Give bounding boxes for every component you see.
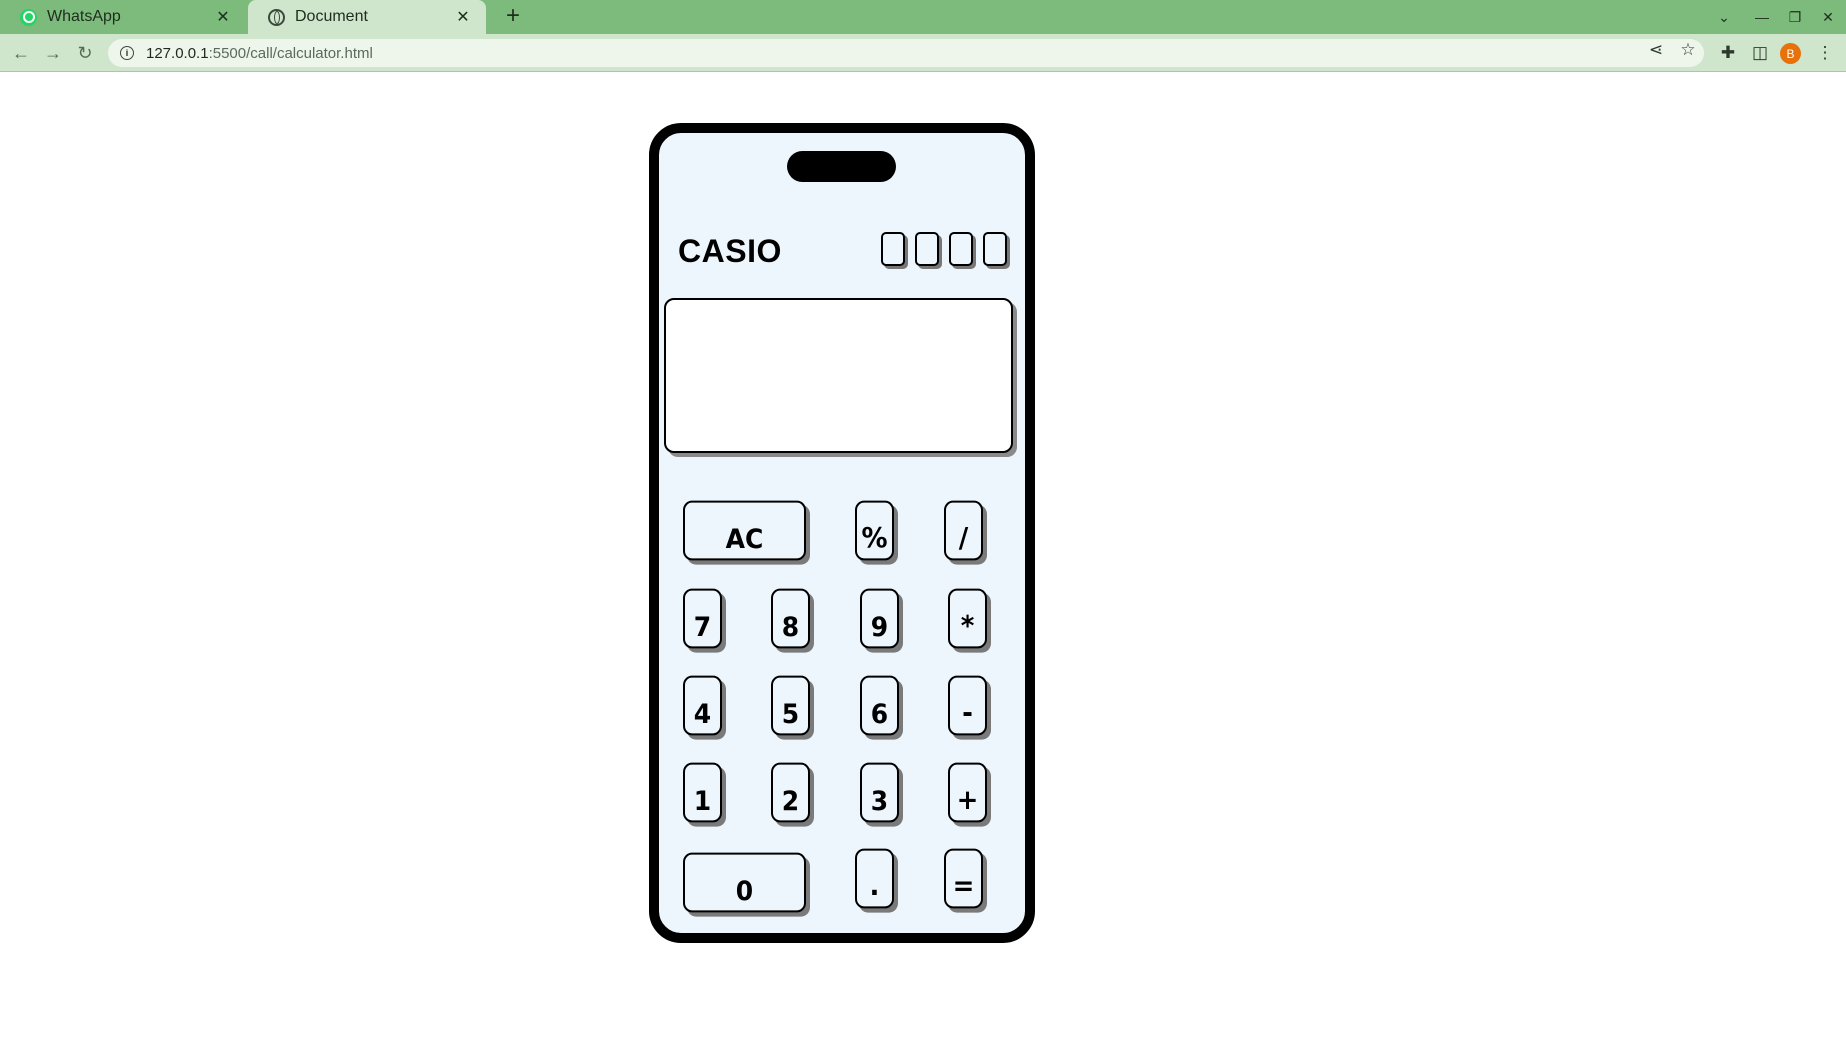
digit-2-button[interactable]: 2 bbox=[771, 762, 810, 823]
digit-6-button[interactable]: 6 bbox=[860, 675, 899, 736]
ac-button[interactable]: AC bbox=[683, 500, 806, 561]
back-icon[interactable]: ← bbox=[8, 40, 34, 66]
digit-8-button[interactable]: 8 bbox=[771, 588, 810, 649]
address-bar[interactable]: i 127.0.0.1:5500/call/calculator.html bbox=[108, 39, 1704, 67]
calculator-body: CASIO AC % / 7 8 9 * 4 5 6 - 1 2 3 + 0 .… bbox=[649, 123, 1035, 943]
site-info-icon[interactable]: i bbox=[120, 46, 134, 60]
profile-avatar[interactable]: B bbox=[1780, 43, 1801, 64]
minimize-icon[interactable]: — bbox=[1745, 0, 1779, 34]
solar-cell bbox=[949, 232, 973, 266]
close-icon[interactable]: ✕ bbox=[214, 7, 232, 27]
forward-icon[interactable]: → bbox=[40, 40, 66, 66]
bookmark-star-icon[interactable]: ☆ bbox=[1676, 40, 1700, 60]
divide-button[interactable]: / bbox=[944, 500, 983, 561]
notch bbox=[787, 151, 896, 182]
plus-button[interactable]: + bbox=[948, 762, 987, 823]
extensions-icon[interactable]: ✚ bbox=[1716, 41, 1740, 65]
multiply-button[interactable]: * bbox=[948, 588, 987, 649]
digit-7-button[interactable]: 7 bbox=[683, 588, 722, 649]
whatsapp-icon bbox=[20, 8, 37, 26]
tab-title: Document bbox=[295, 8, 368, 25]
equals-button[interactable]: = bbox=[944, 848, 983, 909]
percent-button[interactable]: % bbox=[855, 500, 894, 561]
tab-whatsapp[interactable]: WhatsApp ✕ bbox=[0, 0, 246, 34]
tab-title: WhatsApp bbox=[47, 8, 121, 25]
browser-toolbar: ← → ↻ i 127.0.0.1:5500/call/calculator.h… bbox=[0, 34, 1846, 72]
digit-1-button[interactable]: 1 bbox=[683, 762, 722, 823]
digit-5-button[interactable]: 5 bbox=[771, 675, 810, 736]
solar-cell bbox=[983, 232, 1007, 266]
brand-label: CASIO bbox=[678, 233, 782, 269]
digit-0-button[interactable]: 0 bbox=[683, 852, 806, 913]
decimal-button[interactable]: . bbox=[855, 848, 894, 909]
solar-cell bbox=[915, 232, 939, 266]
solar-cell bbox=[881, 232, 905, 266]
url-host: 127.0.0.1 bbox=[146, 44, 209, 62]
share-icon[interactable]: ⋖ bbox=[1644, 40, 1668, 60]
digit-9-button[interactable]: 9 bbox=[860, 588, 899, 649]
close-icon[interactable]: ✕ bbox=[454, 7, 472, 27]
globe-icon bbox=[268, 8, 285, 26]
new-tab-button[interactable]: + bbox=[500, 3, 526, 29]
url-path: :5500/call/calculator.html bbox=[208, 44, 373, 62]
side-panel-icon[interactable]: ◫ bbox=[1748, 41, 1772, 65]
digit-3-button[interactable]: 3 bbox=[860, 762, 899, 823]
close-window-icon[interactable]: ✕ bbox=[1811, 0, 1845, 34]
minus-button[interactable]: - bbox=[948, 675, 987, 736]
tab-document[interactable]: Document ✕ bbox=[248, 0, 486, 34]
tab-strip: WhatsApp ✕ Document ✕ + ⌄ — ❐ ✕ bbox=[0, 0, 1846, 34]
tab-search-icon[interactable]: ⌄ bbox=[1707, 0, 1741, 34]
reload-icon[interactable]: ↻ bbox=[72, 40, 98, 66]
menu-icon[interactable]: ⋮ bbox=[1813, 41, 1837, 65]
calculator-display bbox=[664, 298, 1013, 453]
digit-4-button[interactable]: 4 bbox=[683, 675, 722, 736]
restore-icon[interactable]: ❐ bbox=[1778, 0, 1812, 34]
